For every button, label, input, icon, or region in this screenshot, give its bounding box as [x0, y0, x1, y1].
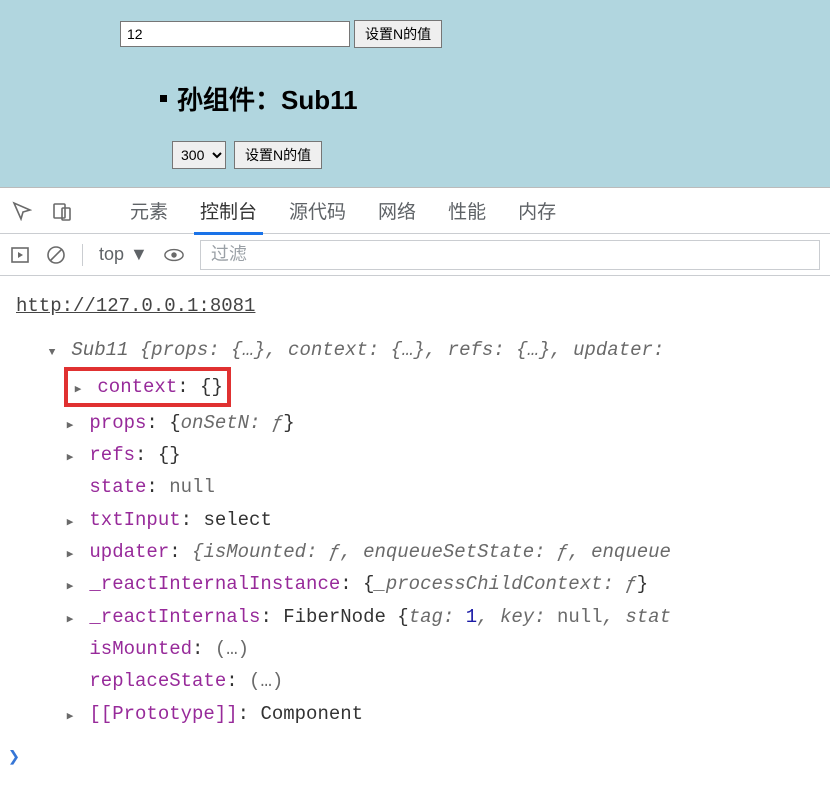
prop-replacestate[interactable]: replaceState: (…) [64, 665, 830, 697]
prop-updater[interactable]: updater: {isMounted: ƒ, enqueueSetState:… [64, 536, 830, 568]
inspect-icon[interactable] [12, 201, 32, 221]
n-select[interactable]: 300 [172, 141, 226, 169]
origin-url[interactable]: http://127.0.0.1:8081 [16, 290, 830, 322]
prop-txtinput[interactable]: txtInput: select [64, 504, 830, 536]
object-inspector: Sub11 {props: {…}, context: {…}, refs: {… [46, 334, 830, 730]
select-row: 300 设置N的值 [172, 141, 830, 169]
subcomponent-heading: 孙组件：Sub11 [177, 80, 358, 117]
clear-console-icon[interactable] [46, 245, 66, 265]
device-toggle-icon[interactable] [52, 201, 72, 221]
tab-memory[interactable]: 内存 [512, 187, 562, 234]
devtools-tabbar: 元素 控制台 源代码 网络 性能 内存 [0, 188, 830, 234]
console-output: http://127.0.0.1:8081 Sub11 {props: {…},… [0, 276, 830, 740]
prop-react-internals[interactable]: _reactInternals: FiberNode {tag: 1, key:… [64, 601, 830, 633]
object-properties: context: {} props: {onSetN: ƒ} refs: {} … [64, 367, 830, 730]
highlight-box: context: {} [64, 367, 231, 407]
sidebar-toggle-icon[interactable] [10, 245, 30, 265]
prop-refs[interactable]: refs: {} [64, 439, 830, 471]
set-n-button[interactable]: 设置N的值 [354, 20, 442, 48]
prop-prototype[interactable]: [[Prototype]]: Component [64, 698, 830, 730]
tab-console[interactable]: 控制台 [194, 187, 263, 234]
set-n-button-2[interactable]: 设置N的值 [234, 141, 322, 169]
expand-triangle-icon[interactable] [64, 504, 76, 536]
context-selector[interactable]: top ▼ [99, 244, 148, 265]
expand-triangle-icon[interactable] [64, 568, 76, 600]
prop-ismounted[interactable]: isMounted: (…) [64, 633, 830, 665]
expand-triangle-icon[interactable] [64, 698, 76, 730]
expand-triangle-icon[interactable] [46, 334, 58, 366]
app-heading-row: 孙组件：Sub11 [160, 80, 830, 117]
class-name: Sub11 [71, 339, 128, 361]
input-row: 设置N的值 [120, 20, 830, 48]
object-root-line[interactable]: Sub11 {props: {…}, context: {…}, refs: {… [46, 334, 830, 366]
object-preview: {props: {…}, context: {…}, refs: {…}, up… [140, 339, 665, 361]
expand-triangle-icon[interactable] [64, 601, 76, 633]
expand-triangle-icon[interactable] [72, 371, 84, 403]
tab-network[interactable]: 网络 [372, 187, 422, 234]
prop-state[interactable]: state: null [64, 471, 830, 503]
expand-triangle-icon[interactable] [64, 407, 76, 439]
separator [82, 244, 83, 266]
context-label: top [99, 244, 124, 265]
app-region: 设置N的值 孙组件：Sub11 300 设置N的值 [0, 0, 830, 188]
console-prompt[interactable]: ❯ [0, 740, 830, 768]
live-expression-icon[interactable] [164, 245, 184, 265]
prop-react-internal-instance[interactable]: _reactInternalInstance: {_processChildCo… [64, 568, 830, 600]
chevron-down-icon: ▼ [130, 244, 148, 265]
tab-performance[interactable]: 性能 [442, 187, 492, 234]
tab-sources[interactable]: 源代码 [283, 187, 352, 234]
expand-triangle-icon[interactable] [64, 536, 76, 568]
expand-triangle-icon[interactable] [64, 439, 76, 471]
tab-elements[interactable]: 元素 [124, 187, 174, 234]
prop-props[interactable]: props: {onSetN: ƒ} [64, 407, 830, 439]
n-input[interactable] [120, 21, 350, 47]
bullet-icon [160, 95, 167, 102]
filter-input[interactable] [200, 240, 820, 270]
console-toolbar: top ▼ [0, 234, 830, 276]
prop-context[interactable]: context: {} [64, 367, 830, 407]
